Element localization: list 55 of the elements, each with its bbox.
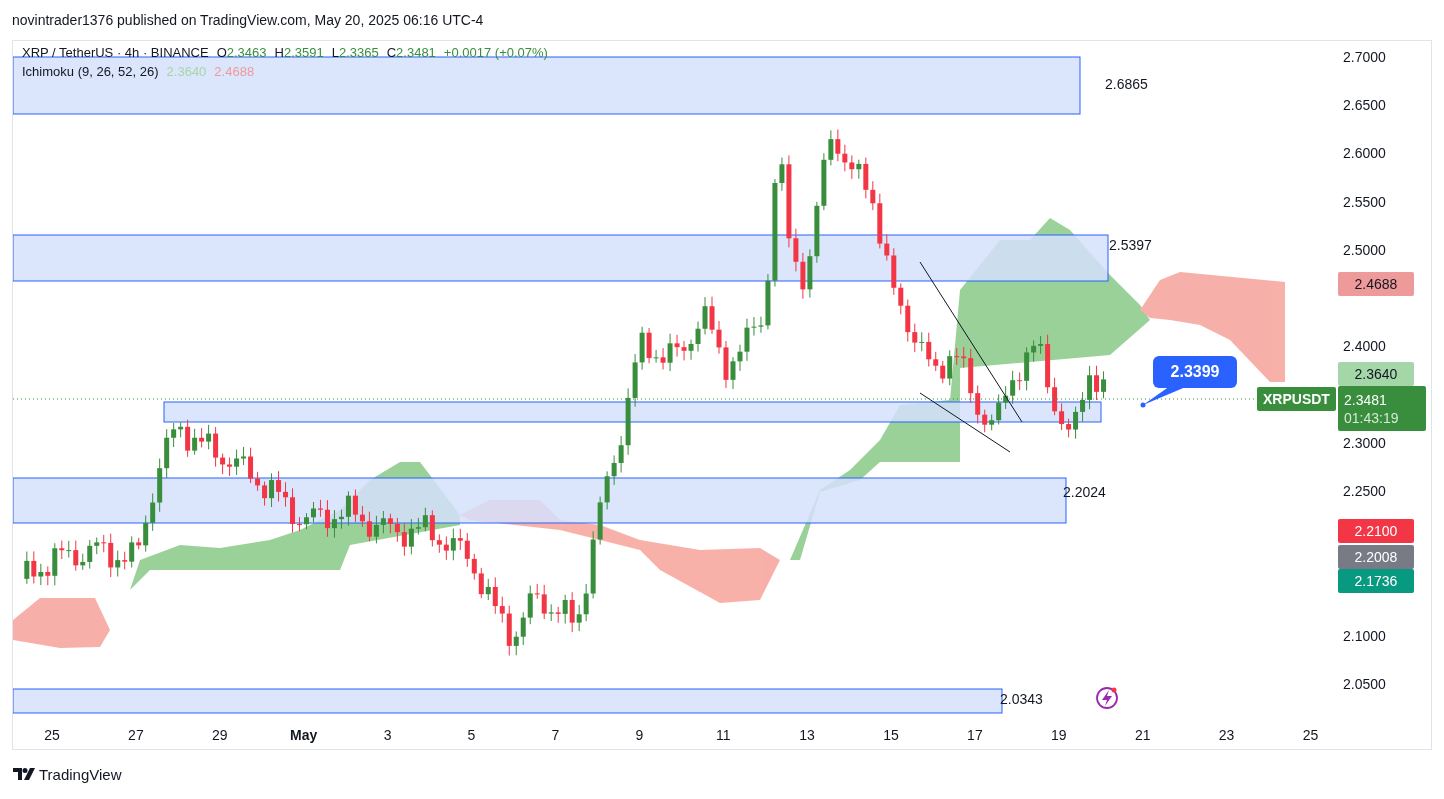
- price-badge: 2.2100: [1338, 519, 1414, 543]
- time-label: 29: [212, 727, 228, 743]
- price-badge: 2.3640: [1338, 362, 1414, 386]
- ohlc-value: C2.3481: [386, 45, 436, 60]
- time-label: 3: [383, 727, 392, 743]
- price-tick: 2.6500: [1343, 97, 1386, 114]
- indicator-value: 2.4688: [214, 64, 255, 79]
- candle: [311, 501, 316, 523]
- ohlc-value: O2.3463: [216, 45, 267, 60]
- time-label: 25: [1302, 727, 1319, 743]
- price-tick: 2.7000: [1343, 49, 1386, 65]
- ohlc-value: L2.3365: [331, 45, 379, 60]
- time-label: 27: [128, 727, 144, 743]
- symbol-tag: XRPUSDT: [1257, 387, 1336, 411]
- candle: [297, 516, 302, 532]
- last-price: 2.3481: [1344, 390, 1388, 409]
- price-tick: 2.2500: [1343, 483, 1386, 500]
- price-tick: 2.1000: [1343, 627, 1386, 644]
- publish-info: novintrader1376 published on TradingView.com, May 20, 2025 06:16 UTC-4: [11, 11, 485, 30]
- price-tick: 2.5000: [1343, 241, 1386, 258]
- time-label: 21: [1134, 727, 1151, 743]
- price-tick: 2.5500: [1343, 193, 1386, 210]
- price-badge: 2.2008: [1338, 545, 1414, 569]
- zone-price-label: 2.0343: [1000, 691, 1043, 707]
- logo-icon: [13, 768, 35, 780]
- price-badge: 2.4688: [1338, 272, 1414, 296]
- price-badge: 2.1736: [1338, 569, 1414, 593]
- time-label: 25: [44, 727, 60, 743]
- zone-price-label: 2.5397: [1109, 237, 1152, 253]
- time-label: 9: [635, 727, 644, 743]
- time-label: 11: [715, 727, 731, 743]
- candle: [304, 512, 309, 530]
- indicator-name: Ichimoku (9, 26, 52, 26): [22, 64, 159, 79]
- zone-price-label: 2.6865: [1105, 76, 1148, 92]
- symbol-title: XRP / TetherUS · 4h · BINANCE: [22, 45, 209, 60]
- ohlc-value: H2.3591: [274, 45, 324, 60]
- price-tick: 2.3000: [1343, 434, 1386, 451]
- lightning-icon: [1096, 687, 1118, 709]
- zone-price-label: 2.2024: [1063, 484, 1106, 500]
- time-label: 7: [551, 727, 560, 743]
- time-label: May: [290, 727, 318, 743]
- price-tick: 2.6000: [1343, 145, 1386, 162]
- bar-countdown: 01:43:19: [1344, 408, 1400, 427]
- price-tick: 2.4000: [1343, 338, 1386, 355]
- candle: [290, 487, 295, 534]
- price-change: +0.0017 (+0.07%): [443, 45, 548, 60]
- brand-name: TradingView: [39, 765, 122, 783]
- price-tick: 2.0500: [1343, 676, 1386, 692]
- time-label: 23: [1218, 727, 1235, 743]
- time-label: 13: [799, 727, 815, 743]
- time-label: 15: [883, 727, 899, 743]
- time-label: 5: [467, 727, 476, 743]
- time-label: 19: [1051, 727, 1067, 743]
- time-label: 17: [967, 727, 983, 743]
- indicator-value: 2.3640: [166, 64, 207, 79]
